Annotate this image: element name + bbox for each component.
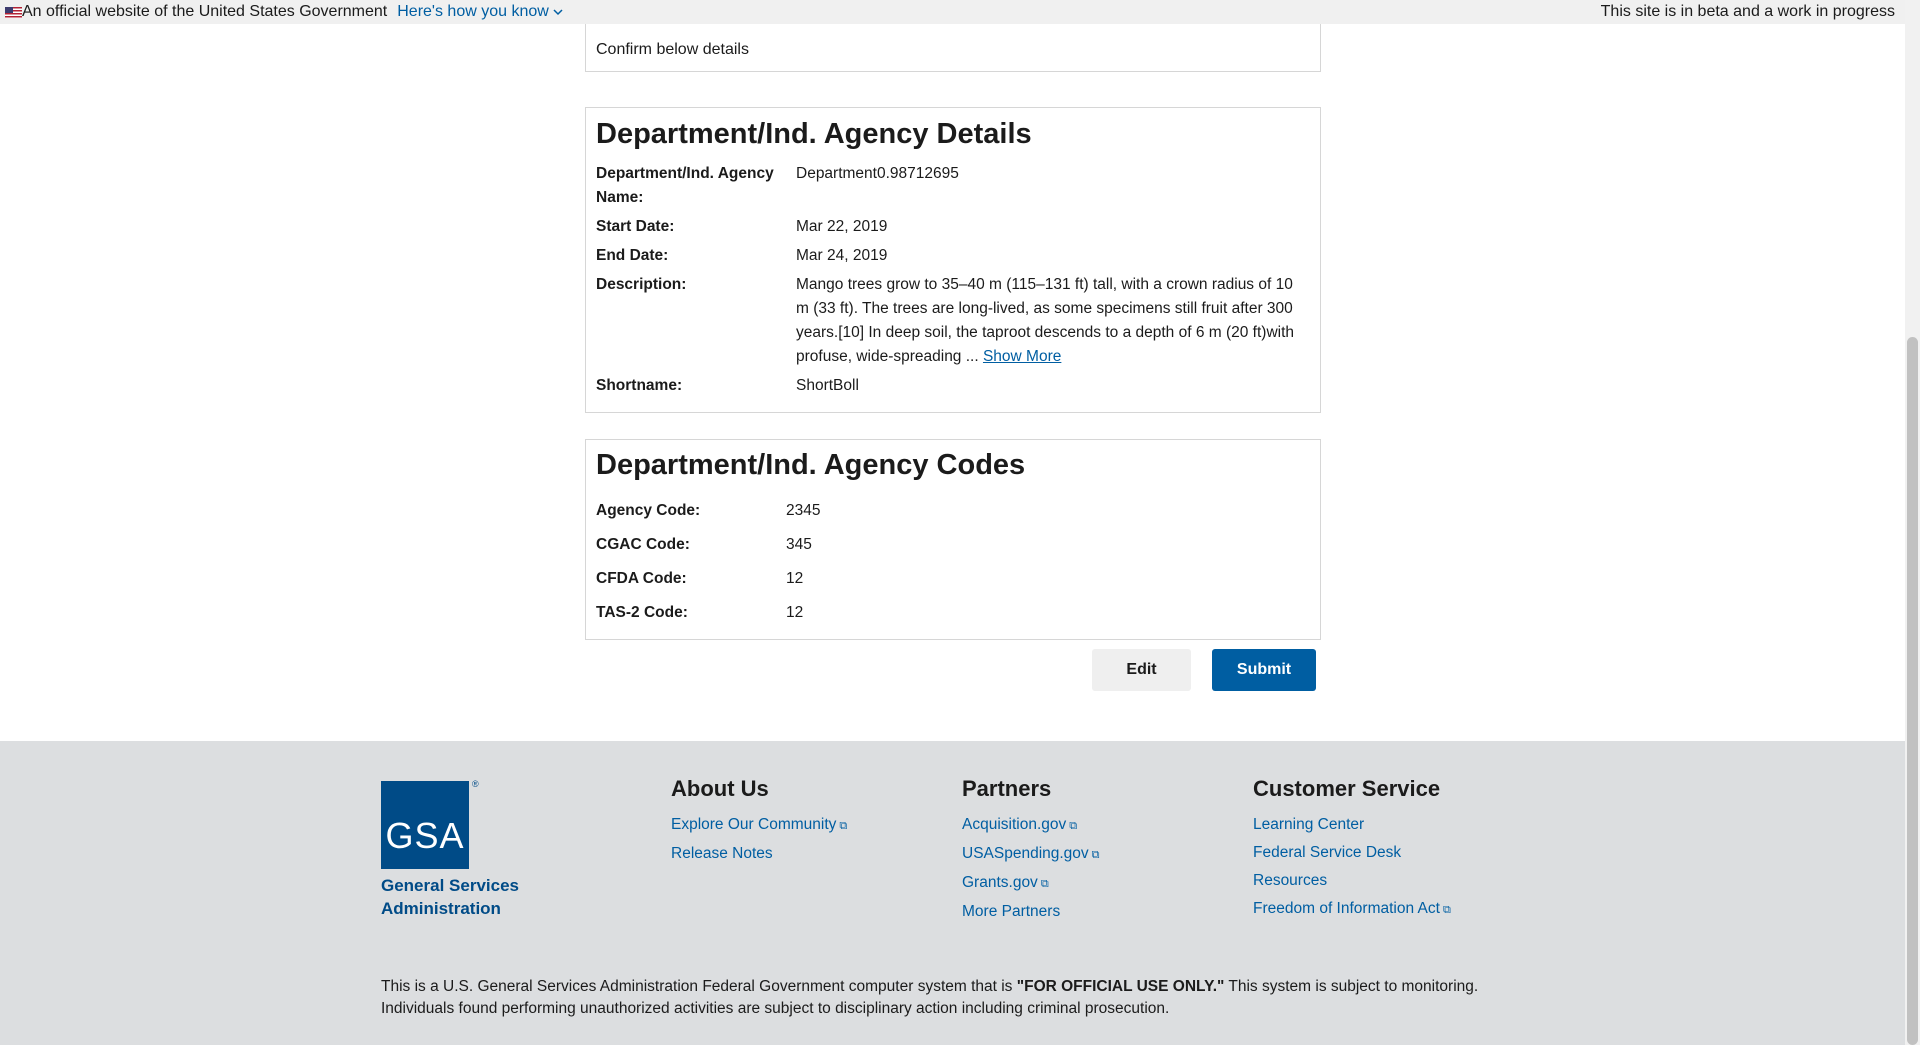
footer-link-learning-center[interactable]: Learning Center <box>1253 811 1451 839</box>
external-link-icon: ⧉ <box>839 820 848 832</box>
usaspending-label: USASpending.gov <box>962 845 1089 862</box>
footer-link-acquisition[interactable]: Acquisition.gov ⧉ <box>962 811 1100 840</box>
gov-banner: An official website of the United States… <box>0 0 1905 24</box>
foia-label: Freedom of Information Act <box>1253 900 1440 917</box>
scrollbar-thumb[interactable] <box>1907 337 1918 1045</box>
codes-title: Department/Ind. Agency Codes <box>596 449 1026 481</box>
how-you-know-label: Here's how you know <box>397 3 549 20</box>
disclaimer-pre: This is a U.S. General Services Administ… <box>381 978 1017 995</box>
beta-notice: This site is in beta and a work in progr… <box>1600 3 1895 20</box>
confirm-text: Confirm below details <box>596 41 749 58</box>
cfda-code-value: 12 <box>786 570 804 587</box>
footer-link-release-notes[interactable]: Release Notes <box>671 840 847 868</box>
page-scrollbar[interactable] <box>1905 0 1920 1045</box>
service-title: Customer Service <box>1253 776 1441 801</box>
description-value: Mango trees grow to 35–40 m (115–131 ft)… <box>796 273 1310 369</box>
gsa-logo-mark: GSA <box>381 781 469 869</box>
submit-button[interactable]: Submit <box>1212 649 1316 691</box>
official-site-text: An official website of the United States… <box>22 3 388 20</box>
end-date-label: End Date: <box>596 247 669 264</box>
disclaimer-bold: "FOR OFFICIAL USE ONLY." <box>1016 978 1225 995</box>
footer-partners-column: Partners Acquisition.gov ⧉ USASpending.go… <box>962 776 1100 926</box>
cfda-code-label: CFDA Code: <box>596 570 687 587</box>
shortname-label: Shortname: <box>596 377 683 394</box>
agency-code-label: Agency Code: <box>596 502 701 519</box>
external-link-icon: ⧉ <box>1442 904 1451 916</box>
gsa-logo-caption: General Services Administration <box>381 876 519 918</box>
description-label: Description: <box>596 276 687 293</box>
name-label: Department/Ind. Agency Name: <box>596 165 774 206</box>
footer-link-grants[interactable]: Grants.gov ⧉ <box>962 869 1100 898</box>
footer-disclaimer: This is a U.S. General Services Administ… <box>381 976 1511 1020</box>
shortname-value: ShortBoll <box>796 377 859 394</box>
edit-button[interactable]: Edit <box>1092 649 1191 691</box>
details-title: Department/Ind. Agency Details <box>596 118 1032 150</box>
external-link-icon: ⧉ <box>1069 820 1078 832</box>
start-date-value: Mar 22, 2019 <box>796 218 888 235</box>
explore-community-label: Explore Our Community <box>671 816 837 833</box>
footer-link-foia[interactable]: Freedom of Information Act ⧉ <box>1253 895 1451 924</box>
details-card: Department/Ind. Agency Details Departmen… <box>585 107 1321 413</box>
gsa-logo[interactable]: GSA ® General Services Administration <box>381 779 541 920</box>
end-date-value: Mar 24, 2019 <box>796 247 888 264</box>
agency-code-value: 2345 <box>786 502 821 519</box>
confirm-panel: Confirm below details <box>585 24 1321 72</box>
how-you-know-link[interactable]: Here's how you know <box>397 3 564 21</box>
registered-mark: ® <box>472 779 479 789</box>
tas-code-value: 12 <box>786 604 804 621</box>
tas-code-label: TAS-2 Code: <box>596 604 688 621</box>
name-value: Department0.98712695 <box>796 165 959 182</box>
show-more-link[interactable]: Show More <box>983 348 1061 365</box>
about-title: About Us <box>671 776 769 801</box>
footer-link-explore-community[interactable]: Explore Our Community ⧉ <box>671 811 847 840</box>
footer-service-column: Customer Service Learning Center Federal… <box>1253 776 1451 924</box>
acquisition-label: Acquisition.gov <box>962 816 1067 833</box>
footer-link-more-partners[interactable]: More Partners <box>962 898 1100 926</box>
footer-link-federal-service-desk[interactable]: Federal Service Desk <box>1253 839 1451 867</box>
us-flag-icon <box>5 6 22 18</box>
footer-link-resources[interactable]: Resources <box>1253 867 1451 895</box>
external-link-icon: ⧉ <box>1040 878 1049 890</box>
detail-row-name: Department/Ind. Agency Name: Department0… <box>596 162 1310 210</box>
codes-card: Department/Ind. Agency Codes Agency Code… <box>585 439 1321 640</box>
start-date-label: Start Date: <box>596 218 675 235</box>
cgac-code-label: CGAC Code: <box>596 536 690 553</box>
partners-title: Partners <box>962 776 1052 801</box>
footer-link-usaspending[interactable]: USASpending.gov ⧉ <box>962 840 1100 869</box>
detail-row-description: Description: Mango trees grow to 35–40 m… <box>596 273 1310 369</box>
cgac-code-value: 345 <box>786 536 812 553</box>
external-link-icon: ⧉ <box>1091 849 1100 861</box>
footer: GSA ® General Services Administration Ab… <box>0 741 1905 1045</box>
chevron-down-icon <box>553 9 563 16</box>
grants-label: Grants.gov <box>962 874 1038 891</box>
footer-about-column: About Us Explore Our Community ⧉ Release … <box>671 776 847 868</box>
